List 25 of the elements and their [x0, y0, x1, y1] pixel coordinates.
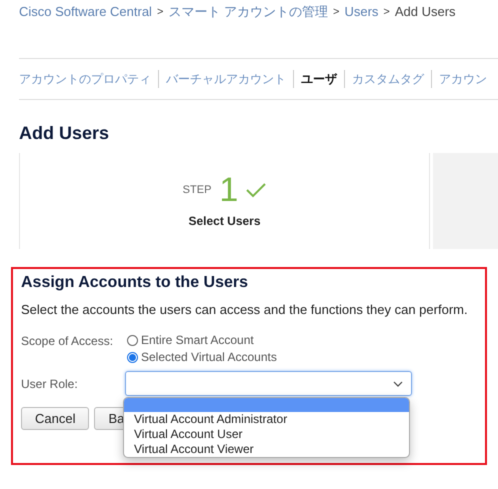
- page-title: Add Users: [19, 122, 110, 144]
- dropdown-option[interactable]: Virtual Account Viewer: [124, 442, 409, 457]
- chevron-down-icon: [393, 380, 403, 386]
- section-title: Assign Accounts to the Users: [21, 273, 250, 293]
- radio-option[interactable]: Selected Virtual Accounts: [127, 349, 277, 365]
- field-label: Scope of Access:: [21, 333, 114, 348]
- form-button[interactable]: Cancel: [21, 407, 90, 430]
- breadcrumb-separator: >: [333, 4, 340, 20]
- breadcrumb-link[interactable]: スマート アカウントの管理: [168, 2, 328, 22]
- user-role-select[interactable]: [125, 371, 412, 396]
- breadcrumb-current: Add Users: [394, 3, 456, 22]
- dropdown-option[interactable]: Virtual Account User: [124, 427, 409, 442]
- breadcrumb-link[interactable]: Users: [344, 2, 378, 22]
- step-word: STEP: [182, 182, 212, 198]
- breadcrumb-link[interactable]: Cisco Software Central: [19, 2, 152, 22]
- breadcrumb-separator: >: [156, 4, 164, 20]
- radio-button[interactable]: [127, 334, 138, 346]
- breadcrumb-separator: >: [383, 4, 390, 20]
- radio-button[interactable]: [127, 352, 138, 362]
- field-label: User Role:: [21, 376, 79, 392]
- tab[interactable]: ユーザ: [301, 70, 337, 88]
- radio-option[interactable]: Entire Smart Account: [127, 332, 277, 348]
- step-label: Select Users: [188, 213, 261, 230]
- section-description: Select the accounts the users can access and the functions they can perform.: [21, 301, 469, 318]
- step-number: 1: [219, 172, 238, 208]
